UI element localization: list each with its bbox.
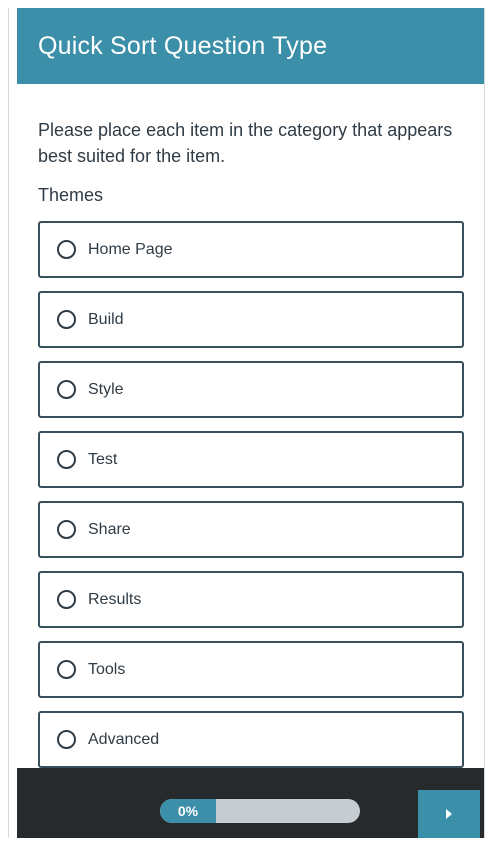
- radio-circle-icon[interactable]: [57, 730, 76, 749]
- option-share[interactable]: Share: [38, 501, 464, 558]
- question-prompt: Please place each item in the category t…: [38, 120, 453, 166]
- option-results[interactable]: Results: [38, 571, 464, 628]
- footer-bar: 0%: [17, 768, 484, 838]
- option-tools[interactable]: Tools: [38, 641, 464, 698]
- radio-circle-icon[interactable]: [57, 520, 76, 539]
- option-label: Results: [88, 590, 142, 608]
- option-build[interactable]: Build: [38, 291, 464, 348]
- option-label: Home Page: [88, 240, 173, 258]
- option-label: Build: [88, 310, 124, 328]
- progress-text: 0%: [177, 803, 199, 819]
- option-label: Test: [88, 450, 118, 468]
- survey-frame: Quick Sort Question Type Please place ea…: [8, 8, 485, 838]
- page-title: Quick Sort Question Type: [38, 31, 328, 60]
- group-label: Themes: [38, 185, 104, 205]
- option-label: Advanced: [88, 730, 160, 748]
- radio-circle-icon[interactable]: [57, 310, 76, 329]
- option-test[interactable]: Test: [38, 431, 464, 488]
- option-list: Home Page Build Style Test Share Results…: [38, 221, 464, 781]
- option-home-page[interactable]: Home Page: [38, 221, 464, 278]
- radio-circle-icon[interactable]: [57, 450, 76, 469]
- chevron-right-icon: [446, 809, 452, 819]
- option-label: Tools: [88, 660, 126, 678]
- option-advanced[interactable]: Advanced: [38, 711, 464, 768]
- option-label: Share: [88, 520, 131, 538]
- option-style[interactable]: Style: [38, 361, 464, 418]
- radio-circle-icon[interactable]: [57, 380, 76, 399]
- radio-circle-icon[interactable]: [57, 240, 76, 259]
- progress-bar: 0%: [160, 799, 360, 823]
- header-bar: Quick Sort Question Type: [17, 8, 484, 84]
- option-label: Style: [88, 380, 124, 398]
- radio-circle-icon[interactable]: [57, 660, 76, 679]
- radio-circle-icon[interactable]: [57, 590, 76, 609]
- next-button[interactable]: [418, 790, 480, 838]
